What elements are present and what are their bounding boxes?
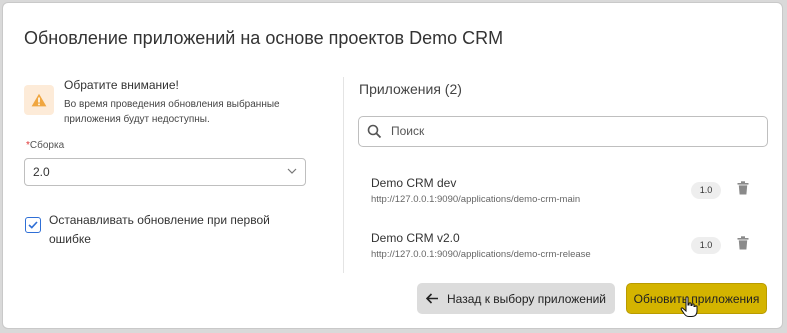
trash-icon[interactable] bbox=[737, 236, 749, 250]
app-url: http://127.0.0.1:9090/applications/demo-… bbox=[371, 249, 591, 260]
build-label: *Сборка bbox=[26, 140, 64, 151]
version-badge: 1.0 bbox=[691, 237, 721, 254]
trash-icon[interactable] bbox=[737, 181, 749, 195]
build-label-text: Сборка bbox=[29, 140, 65, 151]
build-select[interactable]: 2.0 bbox=[24, 158, 306, 186]
hand-cursor-icon bbox=[680, 296, 698, 317]
chevron-down-icon bbox=[287, 168, 297, 174]
warning-triangle-icon bbox=[31, 93, 47, 107]
version-badge: 1.0 bbox=[691, 182, 721, 199]
search-input[interactable] bbox=[389, 123, 753, 139]
build-select-value: 2.0 bbox=[33, 165, 50, 179]
app-item[interactable]: Demo CRM v2.0 http://127.0.0.1:9090/appl… bbox=[371, 231, 766, 271]
panel-divider bbox=[343, 77, 344, 273]
back-button-label: Назад к выбору приложений bbox=[446, 291, 606, 306]
dialog-title: Обновление приложений на основе проектов… bbox=[24, 28, 504, 48]
warning-title: Обратите внимание! bbox=[64, 78, 179, 92]
app-item[interactable]: Demo CRM dev http://127.0.0.1:9090/appli… bbox=[371, 176, 766, 216]
checkmark-icon bbox=[28, 221, 38, 229]
stop-on-error-checkbox[interactable] bbox=[25, 217, 41, 233]
warning-text: Во время проведения обновления выбранные… bbox=[64, 99, 280, 125]
warning-icon-box bbox=[24, 85, 54, 115]
arrow-left-icon bbox=[425, 293, 438, 304]
apps-title: Приложения (2) bbox=[359, 81, 462, 97]
update-apps-dialog: Обновление приложений на основе проектов… bbox=[2, 2, 783, 329]
back-button[interactable]: Назад к выбору приложений bbox=[417, 283, 615, 314]
search-box[interactable] bbox=[358, 116, 768, 147]
app-url: http://127.0.0.1:9090/applications/demo-… bbox=[371, 194, 581, 205]
app-name: Demo CRM dev bbox=[371, 176, 457, 190]
app-name: Demo CRM v2.0 bbox=[371, 231, 460, 245]
stop-on-error-label[interactable]: Останавливать обновление при первой ошиб… bbox=[49, 211, 309, 249]
search-icon bbox=[367, 124, 382, 139]
